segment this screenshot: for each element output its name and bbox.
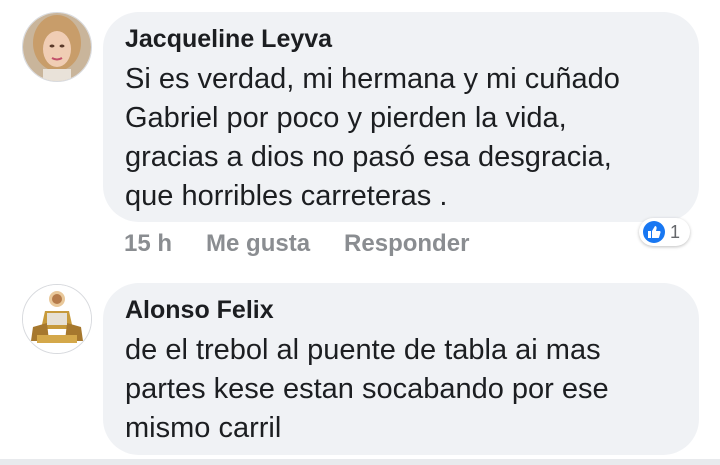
like-icon [643, 221, 665, 243]
like-button[interactable]: Me gusta [206, 230, 310, 258]
avatar[interactable] [22, 12, 92, 82]
comment-author[interactable]: Alonso Felix [125, 295, 677, 325]
comment-text: Si es verdad, mi hermana y mi cuñado Gab… [125, 63, 620, 212]
reply-button[interactable]: Responder [344, 230, 469, 258]
bottom-divider [0, 459, 720, 465]
reaction-count: 1 [670, 221, 681, 242]
comment-actions: 15 h Me gusta Responder [124, 228, 469, 260]
avatar[interactable] [22, 284, 92, 354]
comment-timestamp[interactable]: 15 h [124, 230, 172, 258]
profile-photo-icon [23, 13, 91, 81]
comment-bubble: Alonso Felix de el trebol al puente de t… [103, 283, 699, 455]
profile-photo-icon [23, 285, 91, 353]
comment-bubble: Jacqueline Leyva Si es verdad, mi herman… [103, 12, 699, 222]
comment-text: de el trebol al puente de tabla ai mas p… [125, 334, 609, 444]
comment-author[interactable]: Jacqueline Leyva [125, 24, 677, 54]
reaction-summary[interactable]: 1 [639, 218, 691, 246]
